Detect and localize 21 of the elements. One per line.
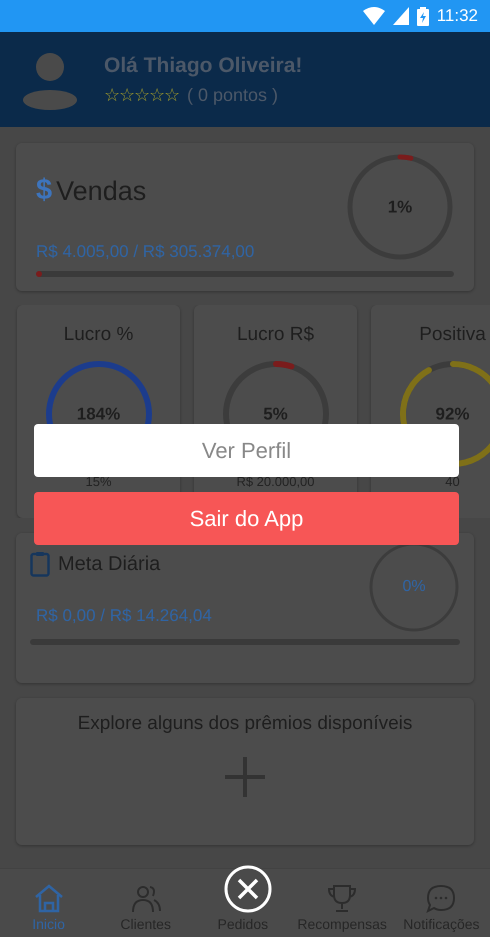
action-menu[interactable]: Ver Perfil [34,424,459,477]
ring-reading: 0% [402,577,426,597]
clock-time: 11:32 [436,5,478,28]
star-rating: ☆☆☆☆☆ [104,84,179,107]
battery-icon [416,6,429,26]
points-text: ( 0 pontos ) [187,84,278,107]
close-icon[interactable] [224,865,272,913]
signal-icon [392,7,409,25]
nav-tab[interactable]: Inicio [0,869,98,937]
dollar-icon: $ [36,169,52,212]
chat-icon [425,883,458,914]
home-icon [32,883,65,914]
amount-text: R$ 4.005,00 / R$ 305.374,00 [36,241,256,263]
greeting-text: Olá Thiago Oliveira! [104,53,302,80]
plus-icon[interactable] [223,754,267,798]
action-menu[interactable]: Sair do App [34,492,459,545]
amount-text: R$ 0,00 / R$ 14.264,04 [35,605,213,627]
people-icon [130,883,162,914]
clipboard-icon [30,551,50,577]
trophy-icon [326,883,358,914]
wifi-icon [362,7,385,25]
